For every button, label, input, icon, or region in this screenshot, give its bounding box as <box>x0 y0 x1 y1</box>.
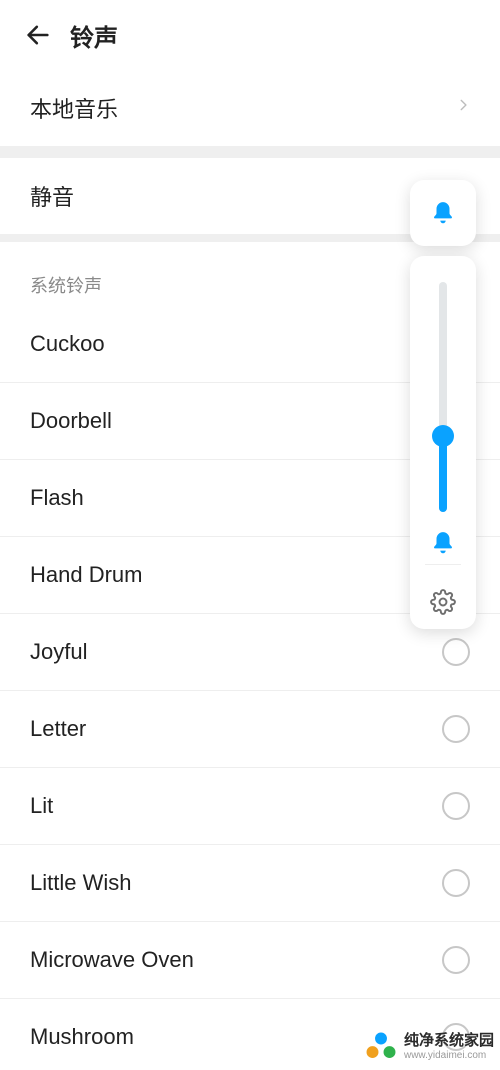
radio-unselected[interactable] <box>442 715 470 743</box>
ringtone-name: Mushroom <box>30 1024 134 1050</box>
watermark-url: www.yidaimei.com <box>404 1050 494 1061</box>
watermark: 纯净系统家园 www.yidaimei.com <box>364 1030 494 1064</box>
ringtone-name: Hand Drum <box>30 562 142 588</box>
ringtone-name: Letter <box>30 716 86 742</box>
chevron-right-icon <box>456 93 470 124</box>
section-gap <box>0 146 500 158</box>
radio-unselected[interactable] <box>442 792 470 820</box>
volume-slider-card <box>410 256 476 629</box>
ringtone-settings-screen: 铃声 本地音乐 静音 系统铃声 Cuckoo Doorbell Flash Ha… <box>0 0 500 1070</box>
ringtone-name: Joyful <box>30 639 87 665</box>
radio-unselected[interactable] <box>442 946 470 974</box>
ringtone-name: Microwave Oven <box>30 947 194 973</box>
back-button[interactable] <box>20 17 56 53</box>
bell-icon <box>430 200 456 226</box>
volume-panel <box>410 180 476 629</box>
volume-slider[interactable] <box>439 282 447 512</box>
ringtone-name: Flash <box>30 485 84 511</box>
ringtone-name: Lit <box>30 793 53 819</box>
arrow-left-icon <box>24 21 52 49</box>
radio-unselected[interactable] <box>442 869 470 897</box>
volume-slider-thumb[interactable] <box>432 425 454 447</box>
ringtone-item[interactable]: Little Wish <box>0 845 500 922</box>
ringtone-item[interactable]: Lit <box>0 768 500 845</box>
ringtone-item[interactable]: Microwave Oven <box>0 922 500 999</box>
page-title: 铃声 <box>70 18 118 53</box>
header-bar: 铃声 <box>0 0 500 70</box>
ringtone-name: Cuckoo <box>30 331 105 357</box>
volume-slider-fill <box>439 436 447 512</box>
panel-divider <box>425 564 461 565</box>
watermark-logo-icon <box>364 1030 398 1064</box>
ringtone-name: Little Wish <box>30 870 131 896</box>
radio-unselected[interactable] <box>442 638 470 666</box>
bell-icon <box>430 530 456 556</box>
silent-label: 静音 <box>30 180 74 212</box>
ringtone-item[interactable]: Letter <box>0 691 500 768</box>
local-music-row[interactable]: 本地音乐 <box>0 70 500 146</box>
ringtone-name: Doorbell <box>30 408 112 434</box>
watermark-title: 纯净系统家园 <box>404 1033 494 1050</box>
gear-icon[interactable] <box>430 589 456 615</box>
local-music-label: 本地音乐 <box>30 92 118 124</box>
volume-mode-button[interactable] <box>410 180 476 246</box>
